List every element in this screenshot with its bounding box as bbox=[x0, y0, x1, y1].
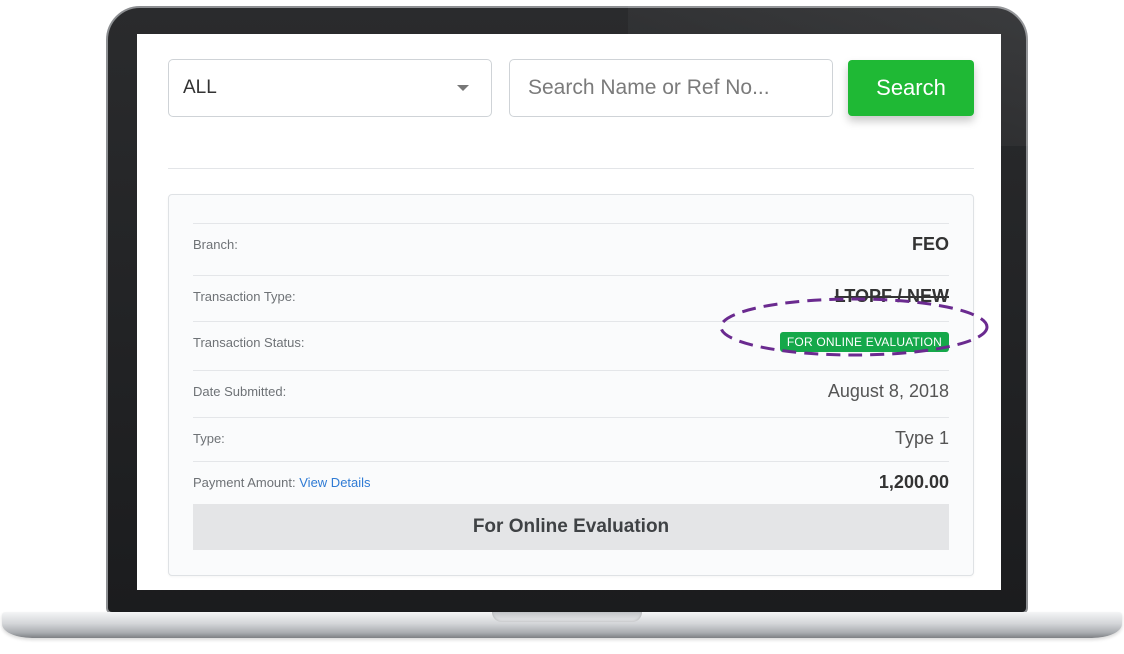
branch-value: FEO bbox=[911, 233, 949, 254]
laptop-base-notch bbox=[492, 612, 642, 622]
transaction-detail-card: Branch: FEO Transaction Type: LTOPF / NE… bbox=[168, 194, 989, 576]
detail-row-date-submitted: Date Submitted: August 8, 2018 bbox=[193, 370, 949, 411]
view-details-link[interactable]: View Details bbox=[299, 475, 370, 490]
transaction-type-label: Transaction Type: bbox=[193, 288, 296, 304]
transaction-type-value: LTOPF / NEW bbox=[834, 285, 949, 306]
laptop-screen: ALL Search Branch: FEO Transaction Type:… bbox=[137, 34, 1001, 590]
detail-row-transaction-status: Transaction Status: FOR ONLINE EVALUATIO… bbox=[193, 321, 949, 362]
detail-row-payment-amount: Payment Amount: View Details 1,200.00 bbox=[193, 461, 949, 502]
chevron-down-icon bbox=[457, 85, 469, 91]
filter-dropdown[interactable]: ALL bbox=[168, 59, 492, 117]
detail-row-transaction-type: Transaction Type: LTOPF / NEW bbox=[193, 275, 949, 316]
status-badge: FOR ONLINE EVALUATION bbox=[779, 332, 949, 352]
search-button[interactable]: Search bbox=[848, 60, 974, 116]
payment-amount-label-group: Payment Amount: View Details bbox=[193, 475, 371, 490]
payment-amount-value: 1,200.00 bbox=[878, 471, 949, 492]
detail-row-type: Type: Type 1 bbox=[193, 417, 949, 458]
date-submitted-label: Date Submitted: bbox=[193, 383, 287, 399]
search-input[interactable] bbox=[509, 59, 833, 117]
payment-amount-label: Payment Amount: bbox=[193, 474, 296, 490]
filter-selected-value: ALL bbox=[183, 77, 217, 98]
transaction-status-label: Transaction Status: bbox=[193, 334, 305, 350]
branch-label: Branch: bbox=[193, 236, 238, 252]
type-value: Type 1 bbox=[894, 427, 949, 448]
type-label: Type: bbox=[193, 430, 225, 446]
date-submitted-value: August 8, 2018 bbox=[827, 380, 949, 401]
divider bbox=[168, 168, 974, 169]
detail-row-branch: Branch: FEO bbox=[193, 223, 949, 264]
footer-status-bar: For Online Evaluation bbox=[193, 504, 949, 550]
